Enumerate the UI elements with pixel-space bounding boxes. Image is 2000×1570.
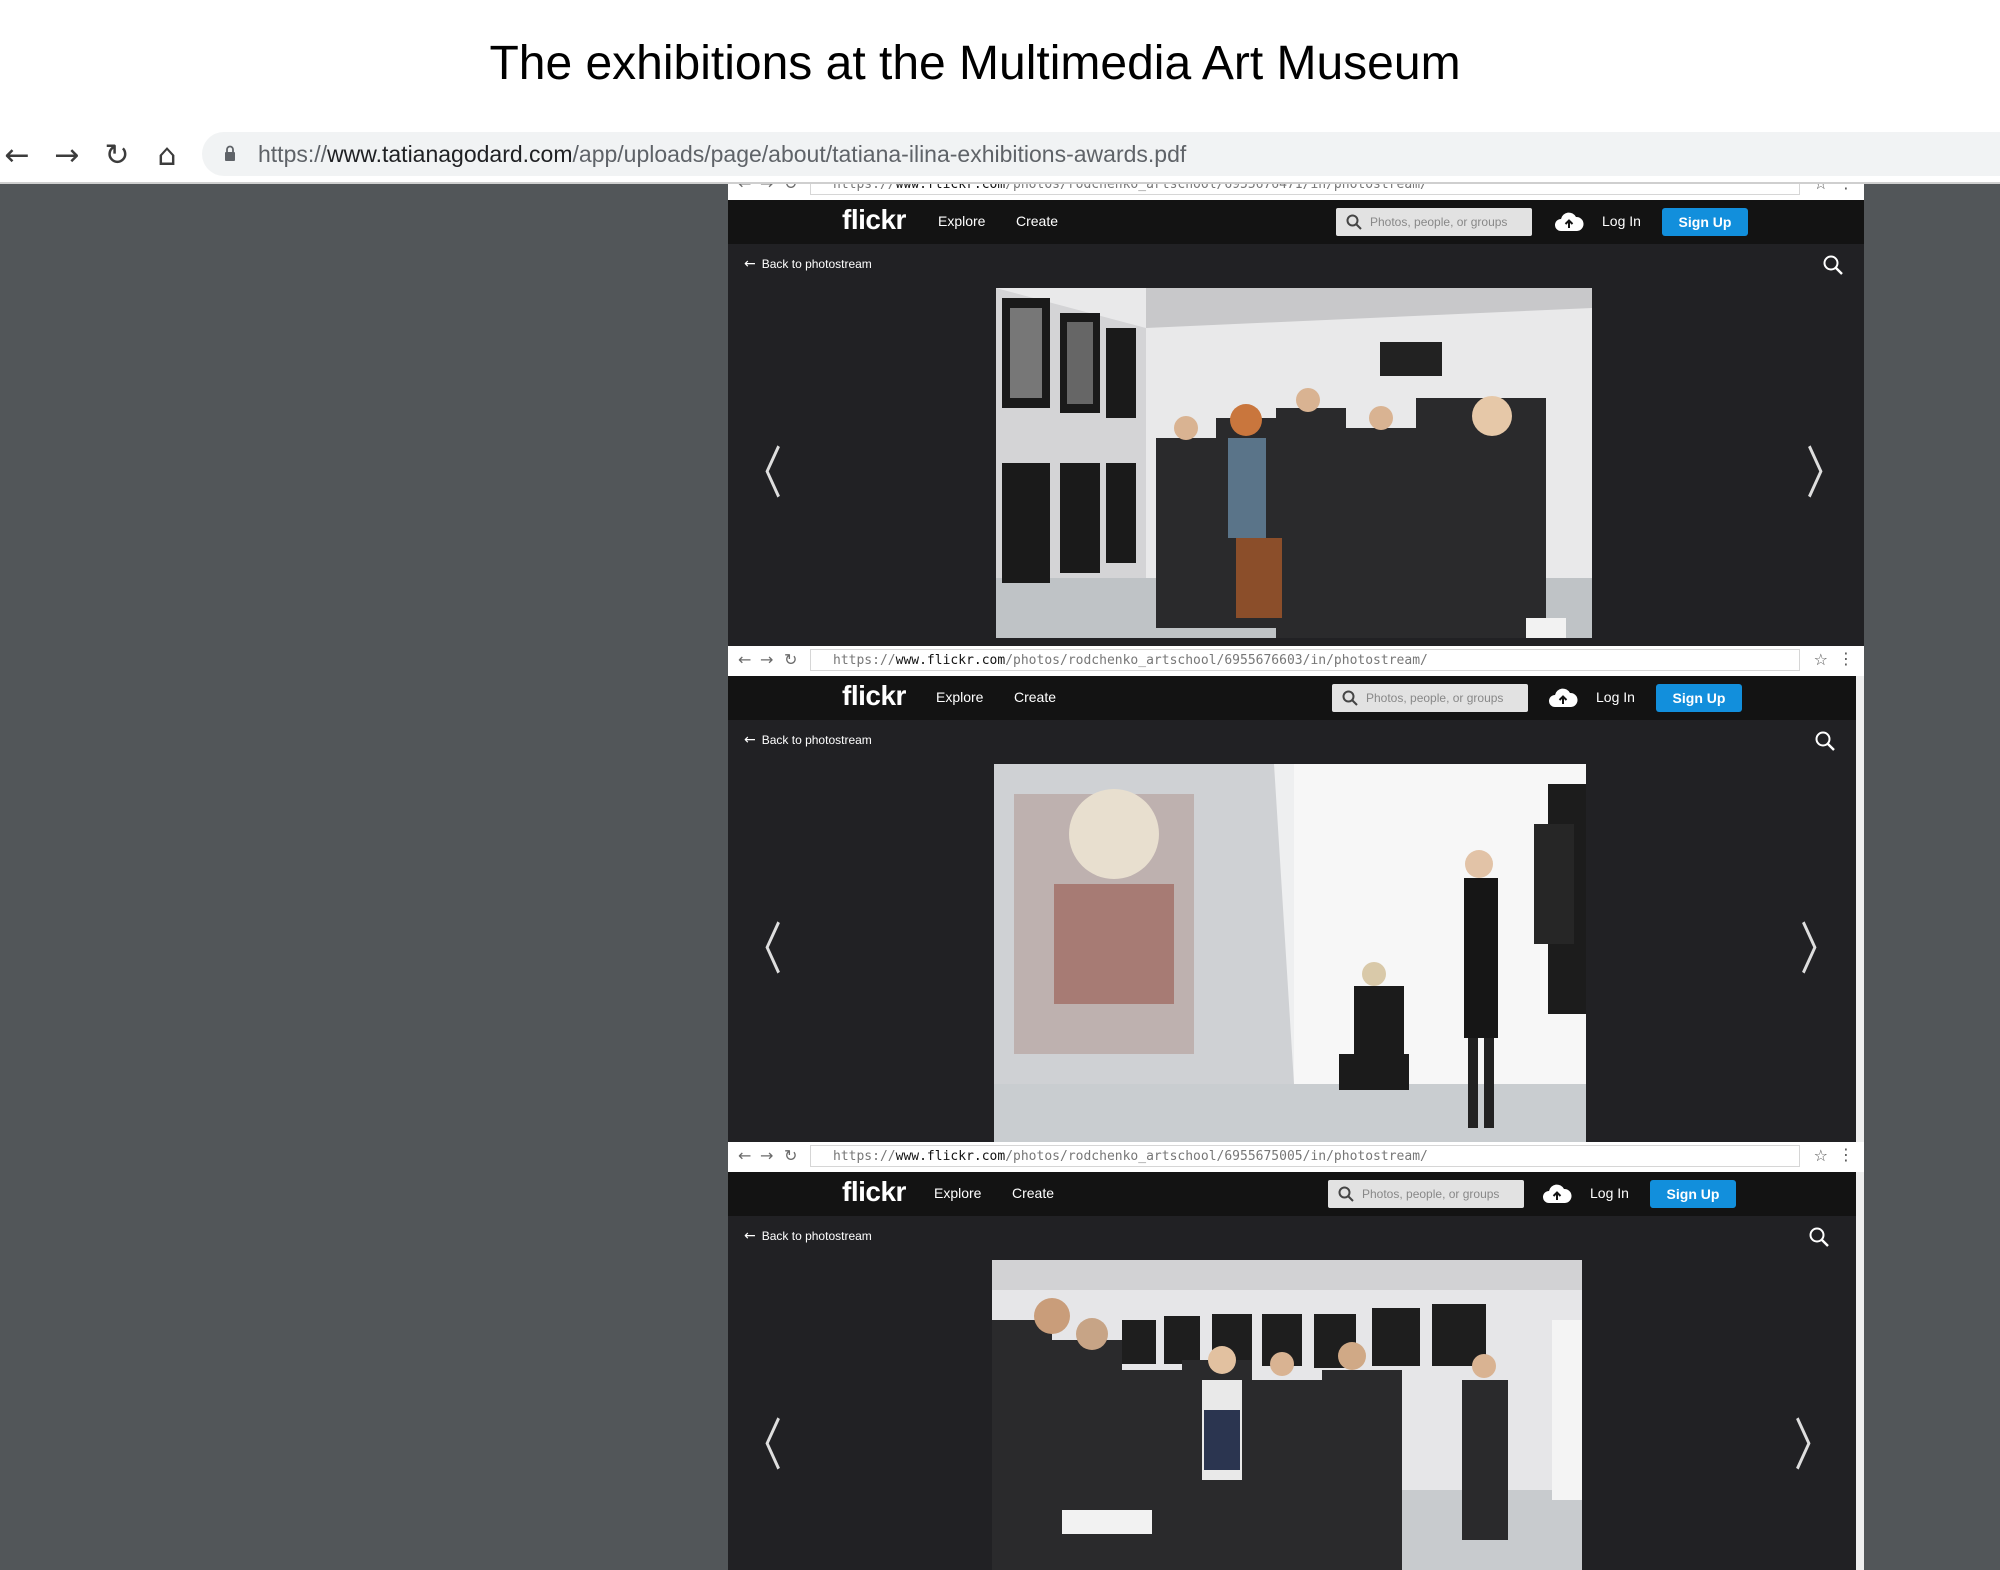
lock-icon bbox=[225, 145, 235, 161]
pdf-page: ← → ↻ https://www.flickr.com/photos/rodc… bbox=[728, 184, 1864, 1570]
nav-create[interactable]: Create bbox=[1014, 689, 1056, 705]
upload-cloud-icon[interactable] bbox=[1548, 687, 1578, 709]
nav-create[interactable]: Create bbox=[1012, 1185, 1054, 1201]
flickr-logo[interactable]: flickr bbox=[842, 680, 906, 712]
mini-reload-icon: ↻ bbox=[784, 184, 797, 193]
login-link[interactable]: Log In bbox=[1602, 213, 1641, 229]
flickr-header: flickr Explore Create Photos, people, or… bbox=[728, 1172, 1864, 1216]
exhibition-photo bbox=[994, 764, 1586, 1142]
zoom-icon[interactable] bbox=[1808, 1226, 1830, 1248]
next-photo-icon[interactable]: 〉 bbox=[1800, 904, 1840, 985]
mini-browser-bar: ← → ↻ https://www.flickr.com/photos/rodc… bbox=[728, 184, 1864, 201]
forward-arrow-icon[interactable]: → bbox=[50, 138, 84, 173]
scrollbar[interactable] bbox=[1856, 676, 1864, 1142]
menu-dots-icon: ⋮ bbox=[1838, 649, 1854, 668]
reload-icon[interactable]: ↻ bbox=[100, 138, 134, 173]
search-input[interactable]: Photos, people, or groups bbox=[1332, 684, 1528, 712]
browser-toolbar: ← → ↻ ⌂ https://www.tatianagodard.com/ap… bbox=[0, 128, 2000, 184]
flickr-screenshot-2: ← → ↻ https://www.flickr.com/photos/rodc… bbox=[728, 646, 1864, 1142]
flickr-logo[interactable]: flickr bbox=[842, 1176, 906, 1208]
exhibition-photo bbox=[996, 288, 1592, 638]
back-arrow-icon: ← bbox=[744, 256, 756, 272]
mini-forward-icon: → bbox=[760, 1146, 774, 1165]
signup-button[interactable]: Sign Up bbox=[1650, 1180, 1736, 1208]
flickr-header: flickr Explore Create Photos, people, or… bbox=[728, 676, 1864, 720]
flickr-header: flickr Explore Create Photos, people, or… bbox=[728, 200, 1864, 244]
next-photo-icon[interactable]: 〉 bbox=[1794, 1400, 1834, 1481]
mini-url: https://www.flickr.com/photos/rodchenko_… bbox=[810, 184, 1800, 195]
mini-back-icon: ← bbox=[738, 184, 751, 193]
star-icon: ☆ bbox=[1813, 650, 1828, 669]
upload-cloud-icon[interactable] bbox=[1554, 211, 1584, 233]
zoom-icon[interactable] bbox=[1822, 254, 1844, 276]
caption-title: The exhibitions at the Multimedia Art Mu… bbox=[489, 37, 1461, 90]
nav-explore[interactable]: Explore bbox=[938, 213, 985, 229]
upload-cloud-icon[interactable] bbox=[1542, 1183, 1572, 1205]
mini-back-icon: ← bbox=[738, 650, 752, 669]
mini-url: https://www.flickr.com/photos/rodchenko_… bbox=[810, 1145, 1800, 1167]
prev-photo-icon[interactable]: 〈 bbox=[742, 428, 782, 509]
prev-photo-icon[interactable]: 〈 bbox=[742, 904, 782, 985]
mini-back-icon: ← bbox=[738, 1146, 752, 1165]
menu-dots-icon: ⋮ bbox=[1838, 184, 1854, 192]
url-scheme: https:// bbox=[258, 141, 328, 167]
back-arrow-icon[interactable]: ← bbox=[0, 138, 34, 173]
mini-browser-bar: ← → ↻ https://www.flickr.com/photos/rodc… bbox=[728, 1142, 1864, 1173]
home-icon[interactable]: ⌂ bbox=[150, 138, 184, 173]
back-to-photostream[interactable]: ← Back to photostream bbox=[744, 1228, 872, 1244]
mini-browser-bar: ← → ↻ https://www.flickr.com/photos/rodc… bbox=[728, 646, 1864, 677]
search-input[interactable]: Photos, people, or groups bbox=[1328, 1180, 1524, 1208]
star-icon: ☆ bbox=[1813, 1146, 1828, 1165]
mini-reload-icon: ↻ bbox=[784, 650, 798, 669]
back-arrow-icon: ← bbox=[744, 1228, 756, 1244]
back-to-photostream[interactable]: ← Back to photostream bbox=[744, 732, 872, 748]
nav-explore[interactable]: Explore bbox=[936, 689, 983, 705]
mini-reload-icon: ↻ bbox=[784, 1146, 798, 1165]
address-url: https://www.tatianagodard.com/app/upload… bbox=[258, 141, 1186, 168]
star-icon: ☆ bbox=[1814, 184, 1828, 193]
nav-create[interactable]: Create bbox=[1016, 213, 1058, 229]
login-link[interactable]: Log In bbox=[1596, 689, 1635, 705]
address-bar[interactable]: https://www.tatianagodard.com/app/upload… bbox=[202, 132, 2000, 176]
mini-forward-icon: → bbox=[760, 184, 773, 193]
mini-forward-icon: → bbox=[760, 650, 774, 669]
search-input[interactable]: Photos, people, or groups bbox=[1336, 208, 1532, 236]
nav-explore[interactable]: Explore bbox=[934, 1185, 981, 1201]
search-icon bbox=[1338, 1186, 1354, 1202]
next-photo-icon[interactable]: 〉 bbox=[1806, 428, 1846, 509]
flickr-logo[interactable]: flickr bbox=[842, 204, 906, 236]
prev-photo-icon[interactable]: 〈 bbox=[742, 1400, 782, 1481]
search-icon bbox=[1346, 214, 1362, 230]
flickr-screenshot-1: ← → ↻ https://www.flickr.com/photos/rodc… bbox=[728, 184, 1864, 660]
url-host: www.tatianagodard.com bbox=[327, 141, 573, 167]
signup-button[interactable]: Sign Up bbox=[1656, 684, 1742, 712]
login-link[interactable]: Log In bbox=[1590, 1185, 1629, 1201]
zoom-icon[interactable] bbox=[1814, 730, 1836, 752]
signup-button[interactable]: Sign Up bbox=[1662, 208, 1748, 236]
menu-dots-icon: ⋮ bbox=[1838, 1145, 1854, 1164]
exhibition-photo bbox=[992, 1260, 1582, 1570]
mini-url: https://www.flickr.com/photos/rodchenko_… bbox=[810, 649, 1800, 671]
search-icon bbox=[1342, 690, 1358, 706]
scrollbar[interactable] bbox=[1856, 1172, 1864, 1570]
back-arrow-icon: ← bbox=[744, 732, 756, 748]
url-path: /app/uploads/page/about/tatiana-ilina-ex… bbox=[572, 141, 1187, 167]
back-to-photostream[interactable]: ← Back to photostream bbox=[744, 256, 872, 272]
flickr-screenshot-3: ← → ↻ https://www.flickr.com/photos/rodc… bbox=[728, 1142, 1864, 1570]
